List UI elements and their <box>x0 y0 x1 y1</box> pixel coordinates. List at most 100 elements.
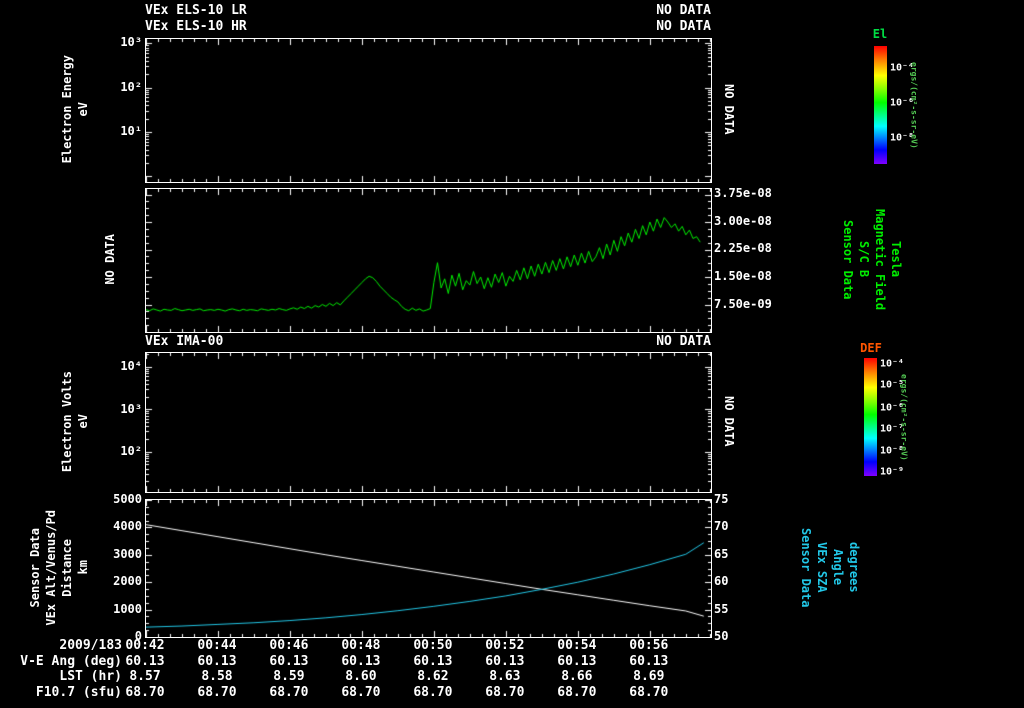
els-nodata-text: NO DATA <box>722 84 736 135</box>
els-hr-title: VEx ELS-10 HR <box>145 19 247 34</box>
column-value: 60.13 <box>557 654 597 669</box>
colorbar-def-gradient <box>864 358 877 476</box>
tick-label: 65 <box>714 546 729 561</box>
column-value: 60.13 <box>413 654 453 669</box>
els-hr-status: NO DATA <box>656 19 711 34</box>
tick-label: 60 <box>714 574 729 589</box>
tick-label: 1.50e-08 <box>714 268 772 283</box>
column-value: 60.13 <box>341 654 381 669</box>
ima-nodata-vertical: NO DATA <box>720 352 738 491</box>
els-ytick-labels: 10³ 10² 10¹ <box>100 35 142 181</box>
bottom-left-label-sensor-data: Sensor Data <box>28 527 42 608</box>
els-hr-title-row: VEx ELS-10 HR NO DATA <box>145 19 711 34</box>
tick-label: 7.50e-09 <box>714 296 772 311</box>
bottom-right-label-degrees: degrees <box>847 542 861 593</box>
bottom-canvas <box>146 500 711 637</box>
tick-label: 3.00e-08 <box>714 214 772 229</box>
table-row-ve-ang: V-E Ang (deg) 60.13 60.13 60.13 60.13 60.13 6… <box>0 654 1024 669</box>
column-value: 8.59 <box>273 669 305 684</box>
column-value: 00:44 <box>197 638 237 653</box>
bottom-right-label-sza: VEx SZA <box>815 542 829 593</box>
bottom-left-labels: Sensor Data VEx Alt/Venus/Pd Distance km <box>18 499 100 636</box>
column-value: 00:50 <box>413 638 453 653</box>
mag-ytick-labels: 3.75e-08 3.00e-08 2.25e-08 1.50e-08 7.50e-09 <box>714 186 786 331</box>
column-value: 60.13 <box>125 654 165 669</box>
column-value: 68.70 <box>629 685 669 700</box>
bottom-left-ytick-labels: 5000 4000 3000 2000 1000 0 <box>100 492 142 643</box>
tick-label: 10³ <box>120 35 142 50</box>
tick-label: 3.75e-08 <box>714 186 772 201</box>
els-lr-title: VEx ELS-10 LR <box>145 3 247 18</box>
time-axis-row: 2009/183 00:42 00:44 00:46 00:48 00:50 00:52 0… <box>0 638 1024 653</box>
ima-ytick-labels: 10⁴ 10³ 10² <box>100 352 142 491</box>
column-value: 8.58 <box>201 669 233 684</box>
mag-panel <box>145 188 712 333</box>
mag-side-labels: Sensor Data S/C B Magnetic Field Tesla <box>840 188 904 331</box>
mag-side-label-magnetic-field: Magnetic Field <box>873 208 887 311</box>
column-value: 8.60 <box>345 669 377 684</box>
ima-title: VEx IMA-00 <box>145 334 224 349</box>
column-value: 00:54 <box>557 638 597 653</box>
column-value: 68.70 <box>269 685 309 700</box>
table-row-lst: LST (hr) 8.57 8.58 8.59 8.60 8.62 8.63 8.66 8.6… <box>0 669 1024 684</box>
tick-label: 10⁴ <box>120 358 142 373</box>
column-value: 68.70 <box>485 685 525 700</box>
tick-label: 1000 <box>113 601 142 616</box>
mag-nodata-vertical: NO DATA <box>100 188 120 331</box>
tick-label: 4000 <box>113 519 142 534</box>
column-value: 60.13 <box>629 654 669 669</box>
column-value: 68.70 <box>557 685 597 700</box>
els-ylabel-unit: eV <box>76 102 90 117</box>
tick-label: 75 <box>714 492 729 506</box>
ima-ylabel-unit: eV <box>76 414 90 429</box>
bottom-right-labels: Sensor Data VEx SZA Angle degrees <box>798 499 862 636</box>
column-value: 8.63 <box>489 669 521 684</box>
tick-label: 2000 <box>113 574 142 589</box>
ima-nodata-text: NO DATA <box>722 396 736 447</box>
tick-label: 55 <box>714 601 729 616</box>
ima-title-row: VEx IMA-00 NO DATA <box>145 334 711 349</box>
column-value: 8.69 <box>633 669 665 684</box>
column-value: 8.62 <box>417 669 449 684</box>
els-canvas <box>146 39 711 182</box>
colorbar-el-gradient <box>874 46 887 164</box>
row-label-f107: F10.7 (sfu) <box>35 685 122 700</box>
bottom-left-label-km: km <box>76 560 90 575</box>
mag-canvas <box>146 189 711 332</box>
mag-side-label-tesla: Tesla <box>889 241 903 278</box>
ima-canvas <box>146 353 711 492</box>
tick-label: 3000 <box>113 546 142 561</box>
column-value: 00:46 <box>269 638 309 653</box>
colorbar-def-units: ergs/(cm²-s-sr-eV) <box>898 352 910 482</box>
mag-nodata-text: NO DATA <box>103 234 117 285</box>
column-value: 60.13 <box>269 654 309 669</box>
column-value: 00:52 <box>485 638 525 653</box>
column-value: 60.13 <box>485 654 525 669</box>
tick-label: 10³ <box>120 401 142 416</box>
colorbar-def-title: DEF <box>860 341 882 355</box>
column-value: 8.57 <box>129 669 161 684</box>
column-value: 68.70 <box>125 685 165 700</box>
tick-label: 10² <box>120 443 142 458</box>
table-row-f107: F10.7 (sfu) 68.70 68.70 68.70 68.70 68.70 68.… <box>0 685 1024 700</box>
bottom-panel <box>145 499 712 638</box>
ima-panel <box>145 352 712 493</box>
tick-label: 10² <box>120 79 142 94</box>
bottom-right-label-angle: Angle <box>831 549 845 586</box>
column-value: 8.66 <box>561 669 593 684</box>
tick-label: 70 <box>714 519 729 534</box>
column-value: 60.13 <box>197 654 237 669</box>
row-label-lst: LST (hr) <box>59 669 122 684</box>
bottom-left-label-distance: Distance <box>60 538 74 597</box>
colorbar-el-title: El <box>872 27 888 41</box>
date-label: 2009/183 <box>59 638 122 653</box>
bottom-left-label-alt: VEx Alt/Venus/Pd <box>44 509 58 626</box>
ima-status: NO DATA <box>656 334 711 349</box>
els-panel <box>145 38 712 183</box>
els-lr-title-row: VEx ELS-10 LR NO DATA <box>145 3 711 18</box>
mag-side-label-sensor-data: Sensor Data <box>841 219 855 300</box>
mag-side-label-scb: S/C B <box>857 241 871 278</box>
ima-ylabel: Electron Volts eV <box>52 352 98 491</box>
ima-ylabel-main: Electron Volts <box>60 370 74 473</box>
colorbar-def-units-text: ergs/(cm²-s-sr-eV) <box>899 373 909 461</box>
